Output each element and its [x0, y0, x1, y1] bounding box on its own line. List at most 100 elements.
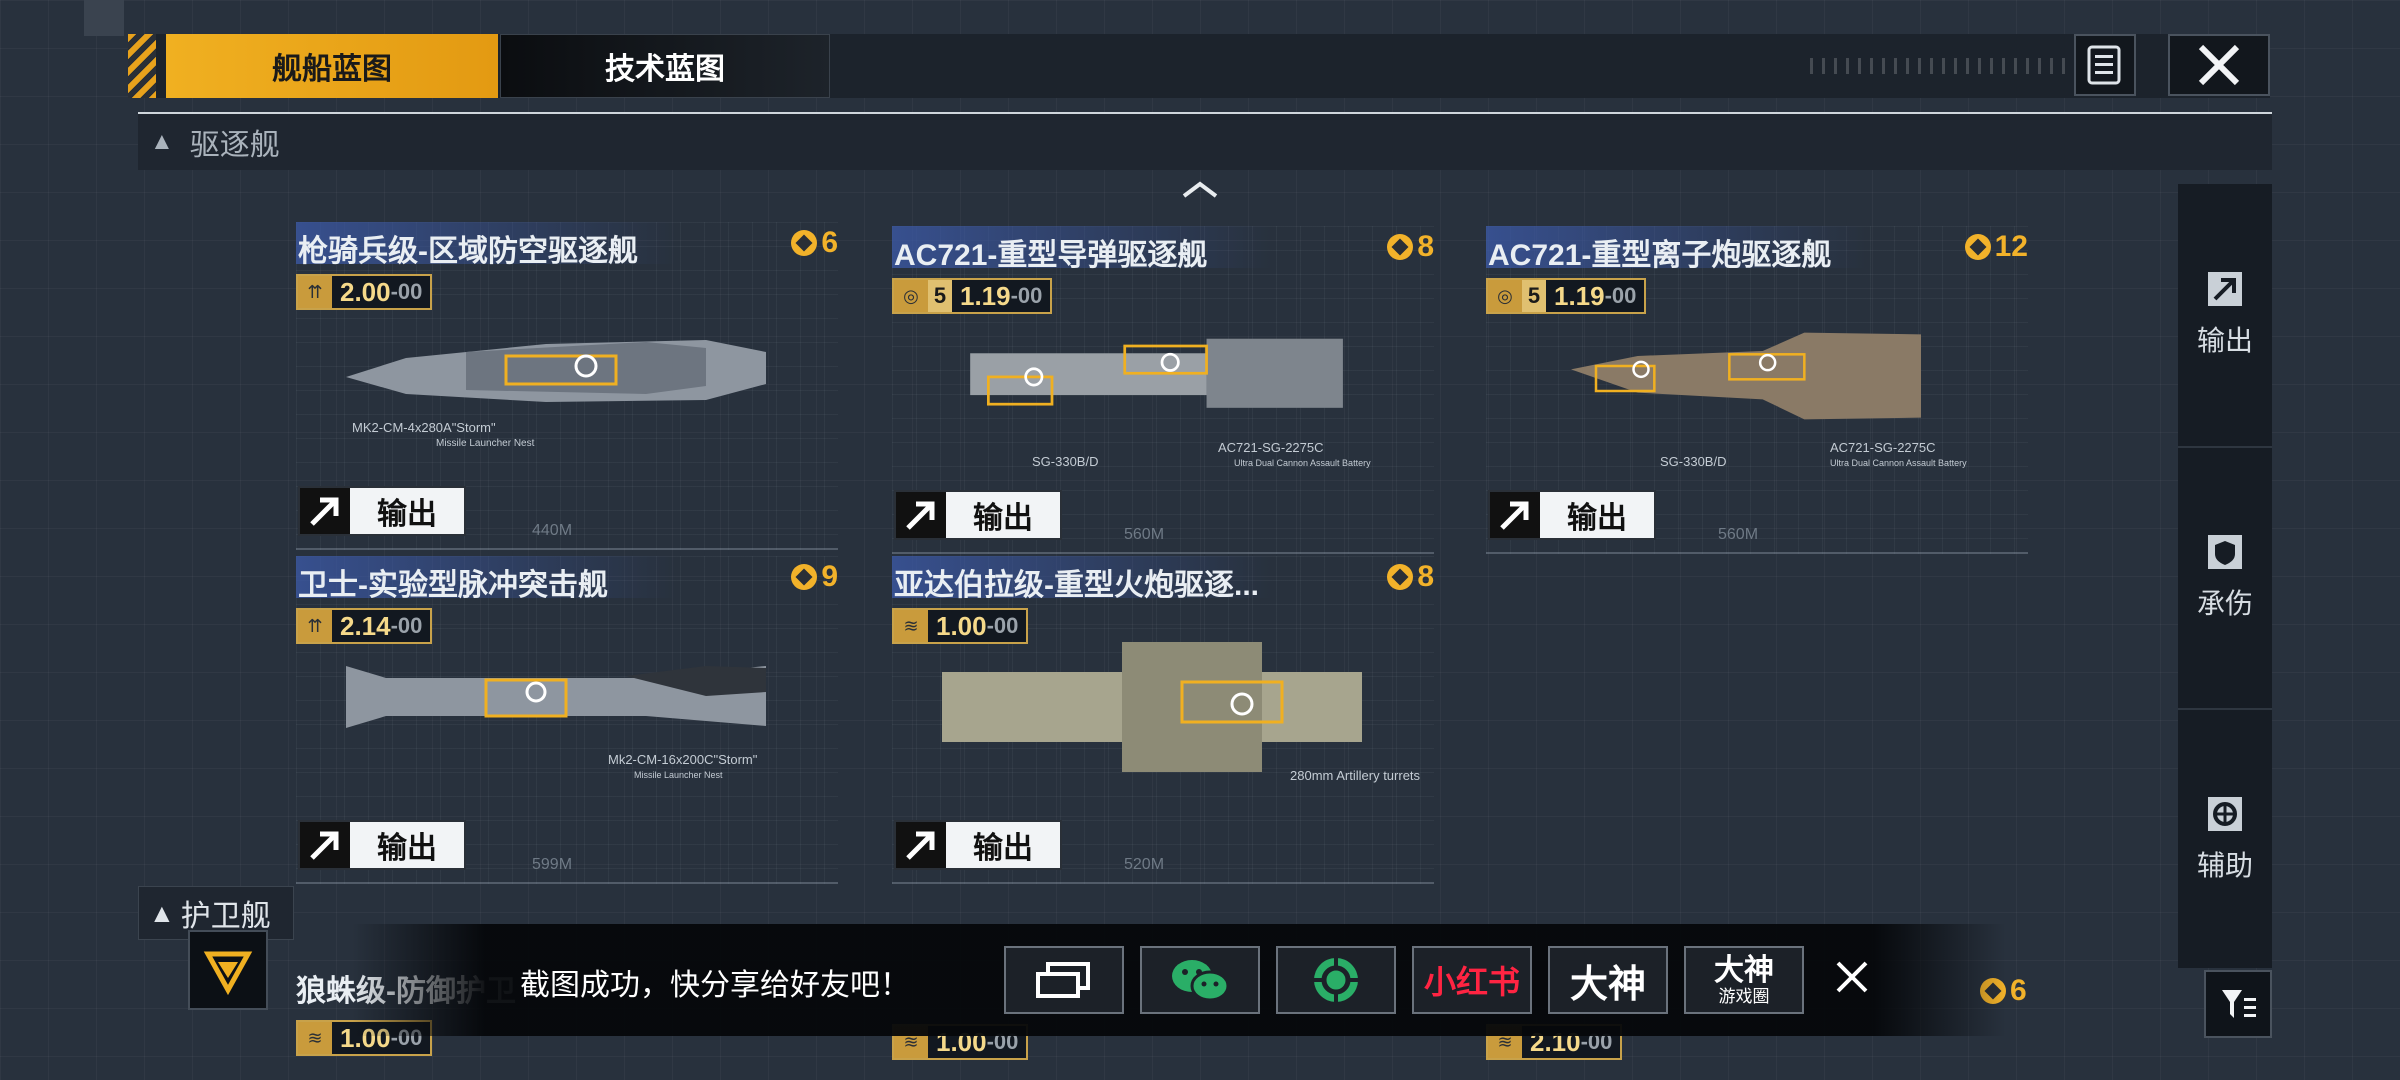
ship-image: [346, 666, 766, 728]
ship-title: AC721-重型离子炮驱逐舰: [1488, 239, 1832, 272]
toast-message: 截图成功，快分享给好友吧！: [520, 969, 910, 1002]
ship-card[interactable]: AC721-重型离子炮驱逐舰 12 ◎ 5 1.19 -00 SG-330B/D …: [1486, 226, 2028, 554]
weapon-label: 280mm Artillery turrets: [1290, 768, 1421, 783]
avatar[interactable]: [188, 930, 268, 1010]
scroll-up-icon[interactable]: [1180, 178, 1220, 200]
collapse-icon: ▲: [150, 128, 174, 155]
output-button[interactable]: 输出: [894, 490, 1062, 540]
stat-suffix: -00: [1010, 283, 1043, 308]
tab-tech-blueprint[interactable]: 技术蓝图: [500, 34, 830, 98]
ship-length: 599M: [532, 856, 573, 873]
cost-icon: [1387, 564, 1414, 590]
stat-number: 1.19: [960, 280, 1011, 311]
cost-value: 8: [1417, 230, 1434, 263]
close-button[interactable]: [2168, 34, 2270, 96]
cost-value: 12: [1994, 230, 2028, 263]
share-dashen-circle-button[interactable]: 大神 游戏圈: [1684, 946, 1804, 1014]
toast-close-button[interactable]: [1834, 956, 1870, 1006]
ship-card[interactable]: 卫士-实验型脉冲突击舰 9 ⇈ 2.14 -00 Mk2-CM-16x200C"S…: [296, 556, 838, 884]
weapon-sub: Ultra Dual Cannon Assault Battery: [1234, 458, 1371, 468]
stat-number: 2.14: [340, 610, 391, 641]
stat-number: 1.19: [1554, 280, 1605, 311]
filter-icon: [2222, 990, 2256, 1018]
close-icon: [1836, 961, 1868, 993]
share-wechat-button[interactable]: [1140, 946, 1260, 1014]
decorative-ticks: [1810, 58, 2080, 74]
filter-support[interactable]: 辅助: [2178, 708, 2272, 968]
filter-defense[interactable]: 承伤: [2178, 446, 2272, 706]
share-xiaohongshu-button[interactable]: 小红书: [1412, 946, 1532, 1014]
globe-icon: ◎: [894, 280, 928, 312]
dashen-circle-label-top: 大神: [1714, 953, 1774, 987]
rocket-icon: ⇈: [298, 276, 332, 308]
stat-badge: ⇈ 2.14 -00: [296, 608, 433, 644]
speed-icon: ≋: [298, 1022, 332, 1054]
cost-icon: [1964, 234, 1991, 260]
output-button[interactable]: 输出: [298, 486, 466, 536]
output-button[interactable]: 输出: [1488, 490, 1656, 540]
section-title: 护卫舰: [180, 900, 271, 933]
support-icon: [2205, 794, 2245, 834]
filter-output[interactable]: 输出: [2178, 184, 2272, 444]
sort-filter-button[interactable]: [2204, 970, 2272, 1038]
ship-length: 560M: [1718, 526, 1759, 543]
output-button[interactable]: 输出: [298, 820, 466, 870]
shield-icon: [2205, 532, 2245, 572]
stat-value: 2.00 -00: [332, 276, 430, 308]
wechat-icon: [1172, 960, 1230, 1002]
cost-icon: [791, 564, 818, 590]
weapon-label: MK2-CM-4x280A"Storm": [352, 420, 496, 435]
filter-support-label: 辅助: [2196, 850, 2253, 881]
ship-cost: 12: [1964, 230, 2028, 264]
ship-card[interactable]: 枪骑兵级-区域防空驱逐舰 6 ⇈ 2.00 -00 MK2-CM-4x280A"S…: [296, 222, 838, 550]
collapse-icon: ▲: [149, 897, 175, 928]
ship-card[interactable]: AC721-重型导弹驱逐舰 8 ◎ 5 1.19 -00 SG-330B/D AC…: [892, 226, 1434, 554]
arrow-up-right-icon: [1490, 492, 1540, 538]
cost-value: 9: [821, 560, 838, 593]
stat-value: 1.19 -00: [952, 280, 1050, 312]
share-screenshot-button[interactable]: [1004, 946, 1124, 1014]
weapon-sub: Missile Launcher Nest: [436, 438, 535, 449]
arrow-up-right-icon: [300, 822, 350, 868]
tab-ship-blueprint[interactable]: 舰船蓝图: [166, 34, 498, 98]
share-moments-button[interactable]: [1276, 946, 1396, 1014]
weapon-label: Mk2-CM-16x200C"Storm": [608, 752, 758, 767]
section-title: 驱逐舰: [189, 129, 280, 162]
dashen-label: 大神: [1569, 963, 1646, 1006]
ship-image: [942, 642, 1362, 772]
ship-title: AC721-重型导弹驱逐舰: [894, 239, 1208, 272]
output-label: 输出: [1567, 502, 1627, 535]
list-button[interactable]: [2074, 34, 2136, 96]
ship-cost: 6: [791, 226, 838, 260]
ship-cost: 9: [791, 560, 838, 594]
ship-length: 560M: [1124, 526, 1165, 543]
document-list-icon: [2087, 45, 2121, 85]
cost-value: 8: [1417, 560, 1434, 593]
arrow-up-right-icon: [896, 492, 946, 538]
ship-title: 枪骑兵级-区域防空驱逐舰: [298, 235, 638, 268]
ship-card[interactable]: 亚达伯拉级-重型火炮驱逐... 8 ≋ 1.00 -00 280mm Artill…: [892, 556, 1434, 884]
output-label: 输出: [973, 832, 1033, 865]
ship-title: 亚达伯拉级-重型火炮驱逐...: [894, 569, 1259, 602]
screenshot-icon: [1036, 962, 1090, 998]
share-dashen-button[interactable]: 大神: [1548, 946, 1668, 1014]
weapon-sub: Ultra Dual Cannon Assault Battery: [1830, 458, 1967, 468]
tab-tech-blueprint-label: 技术蓝图: [605, 53, 725, 86]
section-header-destroyer[interactable]: ▲ 驱逐舰: [138, 114, 2272, 170]
cost-icon: [1387, 234, 1414, 260]
level-value: 5: [928, 280, 952, 312]
globe-icon: ◎: [1488, 280, 1522, 312]
stat-badge: ⇈ 2.00 -00: [296, 274, 433, 310]
stat-suffix: -00: [390, 613, 423, 638]
ship-cost: 8: [1387, 230, 1434, 264]
filter-defense-label: 承伤: [2196, 588, 2253, 619]
rocket-icon: ⇈: [298, 610, 332, 642]
ship-image: [346, 340, 766, 402]
ship-length: 440M: [532, 522, 573, 539]
ship-cost: 8: [1387, 560, 1434, 594]
arrow-up-right-icon: [2205, 269, 2245, 309]
level-value: 5: [1522, 280, 1546, 312]
output-button[interactable]: 输出: [894, 820, 1062, 870]
filter-output-label: 输出: [2196, 325, 2253, 356]
stat-value: 2.14 -00: [332, 610, 430, 642]
